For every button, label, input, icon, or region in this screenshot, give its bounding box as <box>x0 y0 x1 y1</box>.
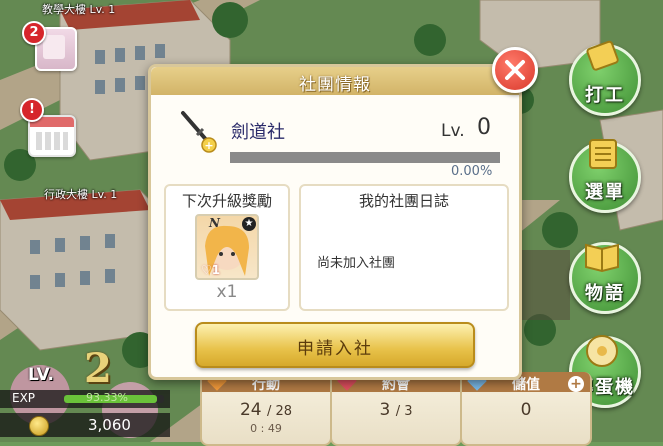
exp-percent: 93.33% <box>86 391 128 404</box>
diary-text: 尚未加入社團 <box>317 256 396 271</box>
reward-character-card[interactable]: N ★ ♡1 <box>195 214 259 280</box>
side-menu-story-button[interactable]: 物語 <box>569 242 641 314</box>
side-menu-work-label: 打工 <box>585 85 625 106</box>
reward-quantity: x1 <box>216 282 238 302</box>
star-icon: ★ <box>242 217 256 231</box>
calendar-alert-badge: ! <box>20 98 44 122</box>
level-label: LV. <box>28 365 54 385</box>
action-points-value: 24 / 28 <box>202 400 330 420</box>
side-menu-main-button[interactable]: 選單 <box>569 139 641 213</box>
club-diary-panel: 我的社團日誌 尚未加入社團 <box>299 184 509 311</box>
exp-bar: EXP 93.33% <box>0 390 170 408</box>
side-menu-story-label: 物語 <box>585 283 625 304</box>
club-level-value: 0 <box>477 115 491 140</box>
admin-building-label: 行政大樓 Lv. 1 <box>44 188 118 201</box>
join-club-button[interactable]: 申請入社 <box>195 322 475 368</box>
level-value: 2 <box>84 345 112 392</box>
club-name: 劍道社 <box>231 122 285 143</box>
reward-heart-level: ♡1 <box>201 263 221 277</box>
dialog-title: 社團情報 <box>299 75 371 95</box>
flower-icon <box>586 335 618 367</box>
close-dialog-button[interactable] <box>492 47 538 93</box>
join-club-label: 申請入社 <box>297 339 373 359</box>
reward-title: 下次升級獎勵 <box>181 192 272 210</box>
action-points-card: 行動 24 / 28 0 : 49 <box>200 371 332 446</box>
stored-value-card[interactable]: 儲值 + 0 <box>460 371 592 446</box>
next-level-reward-panel: 下次升級獎勵 N ★ ♡1 x1 <box>164 184 290 311</box>
date-points-value: 3 / 3 <box>332 400 460 420</box>
date-points-current: 3 <box>379 400 391 420</box>
reward-heart-level-value: 1 <box>211 263 221 277</box>
teaching-building-label: 教學大樓 Lv. 1 <box>42 3 116 16</box>
coins-display: 3,060 <box>0 413 170 437</box>
action-points-current: 24 <box>239 400 262 420</box>
reward-rarity: N <box>209 216 220 230</box>
club-level-label: Lv. <box>441 121 465 141</box>
close-icon <box>505 60 525 80</box>
date-points-card: 約會 3 / 3 <box>330 371 462 446</box>
dialog-header: 社團情報 <box>151 67 519 95</box>
club-info-dialog: 社團情報 + 劍道社 Lv. 0 0.00% 下次升級獎勵 N ★ ♡1 x1 … <box>148 64 522 380</box>
exp-label: EXP <box>12 391 36 405</box>
action-points-max: 28 <box>275 404 293 419</box>
list-icon <box>589 139 617 169</box>
action-points-max-sep: / <box>266 404 276 419</box>
add-stored-value-button[interactable]: + <box>568 376 584 392</box>
diary-title: 我的社團日誌 <box>358 192 449 210</box>
date-points-max-sep: / <box>395 404 405 419</box>
kendo-sword-icon: + <box>181 111 217 153</box>
side-menu-main-label: 選單 <box>585 182 625 203</box>
stored-value-amount: 0 <box>520 400 532 420</box>
coins-value: 3,060 <box>88 416 131 434</box>
club-progress-percent: 0.00% <box>451 164 493 179</box>
date-points-max: 3 <box>404 404 413 419</box>
svg-text:+: + <box>204 139 213 152</box>
phone-notification-badge: 2 <box>22 21 46 45</box>
side-menu-work-button[interactable]: 打工 <box>569 40 641 116</box>
book-icon <box>585 243 619 273</box>
briefcase-icon <box>586 40 619 71</box>
coin-icon <box>29 416 49 436</box>
club-progress-bar <box>230 152 500 163</box>
action-points-timer: 0 : 49 <box>250 422 282 435</box>
